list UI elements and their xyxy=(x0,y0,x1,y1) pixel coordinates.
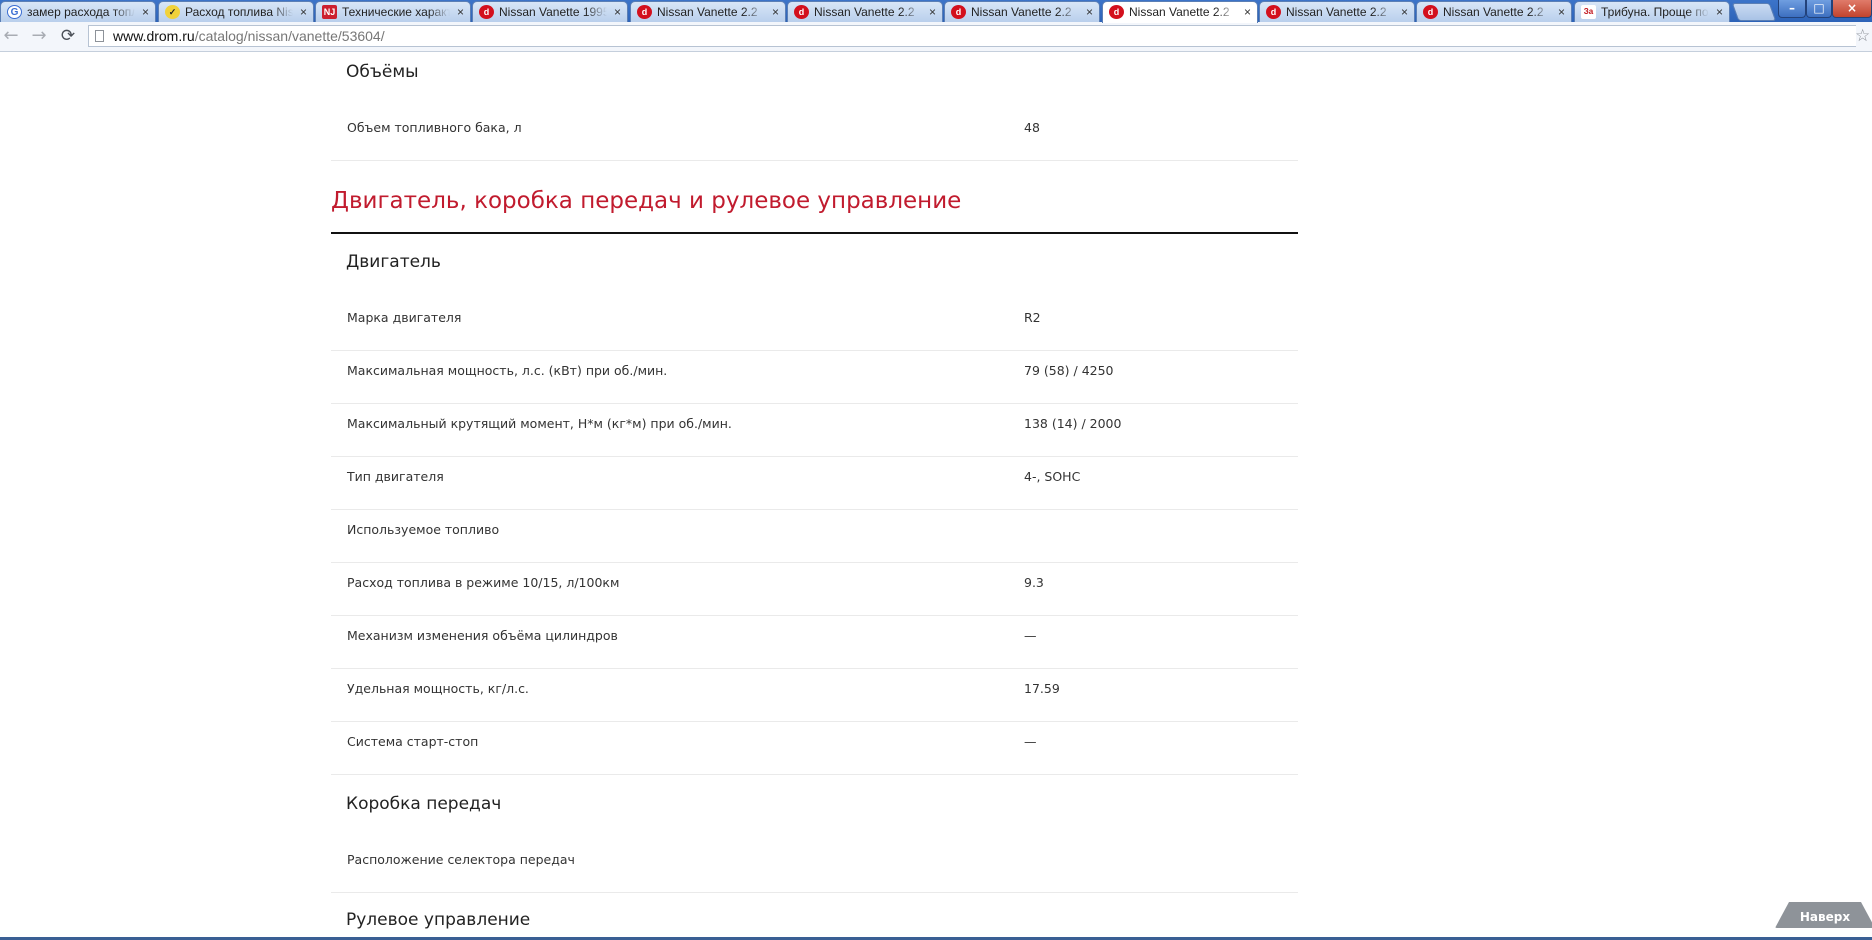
drom-icon: d xyxy=(1266,5,1281,19)
page-icon xyxy=(95,30,104,42)
page-content: Объёмы Объем топливного бака, л 48 Двига… xyxy=(0,52,1872,940)
browser-tab[interactable]: ✓ Расход топлива Nissan × xyxy=(158,1,314,22)
section-divider xyxy=(331,232,1298,234)
minimize-button[interactable]: – xyxy=(1778,0,1806,18)
spec-label: Расход топлива в режиме 10/15, л/100км xyxy=(347,575,620,590)
browser-tab[interactable]: NJ Технические характеристики × xyxy=(315,1,471,22)
browser-tab[interactable]: d Nissan Vanette 2.2 × xyxy=(1416,1,1572,22)
spec-label: Механизм изменения объёма цилиндров xyxy=(347,628,618,643)
browser-tab[interactable]: d Nissan Vanette 2.2 × xyxy=(944,1,1100,22)
close-icon[interactable]: × xyxy=(1244,4,1251,20)
spec-value: — xyxy=(1024,734,1037,749)
spec-row: Используемое топливо xyxy=(331,510,1298,563)
tab-title: Nissan Vanette 2.2 xyxy=(1129,5,1230,19)
tab-title: Технические характеристики xyxy=(342,5,450,19)
tab-title: Nissan Vanette 2.2 xyxy=(814,5,915,19)
nj-icon: NJ xyxy=(322,5,337,19)
tab-title: Nissan Vanette 2.2 xyxy=(971,5,1072,19)
close-icon[interactable]: × xyxy=(614,4,621,20)
browser-tab[interactable]: d Nissan Vanette 1995 × xyxy=(472,1,628,22)
url-path: /catalog/nissan/vanette/53604/ xyxy=(194,28,385,44)
spec-value: 48 xyxy=(1024,120,1040,135)
browser-tab[interactable]: d Nissan Vanette 2.2 × xyxy=(630,1,786,22)
browser-tab[interactable]: G замер расхода топлива × xyxy=(0,1,156,22)
za-icon: За xyxy=(1581,5,1596,19)
browser-tab[interactable]: d Nissan Vanette 2.2 × xyxy=(1259,1,1415,22)
tab-title: Nissan Vanette 2.2 xyxy=(1286,5,1387,19)
bookmark-star-icon[interactable]: ☆ xyxy=(1855,26,1870,46)
google-icon: G xyxy=(7,5,22,19)
tab-title: Nissan Vanette 1995 xyxy=(499,5,607,19)
group-title-volumes: Объёмы xyxy=(346,62,419,82)
spec-row: Механизм изменения объёма цилиндров — xyxy=(331,616,1298,669)
spec-value: 4-, SOHC xyxy=(1024,469,1081,484)
close-icon[interactable]: × xyxy=(300,4,307,20)
spec-label: Расположение селектора передач xyxy=(347,852,575,867)
new-tab-button[interactable] xyxy=(1731,3,1777,21)
maximize-button[interactable]: □ xyxy=(1806,0,1832,18)
reload-icon[interactable]: ⟳ xyxy=(57,26,79,48)
group-title-steering: Рулевое управление xyxy=(346,910,531,930)
drom-icon: d xyxy=(1109,5,1124,19)
forward-arrow-icon[interactable]: → xyxy=(28,26,50,48)
scroll-to-top-button[interactable]: Наверх xyxy=(1775,902,1872,928)
check-icon: ✓ xyxy=(165,5,180,19)
tab-title: Трибуна. Проще по xyxy=(1601,5,1709,19)
spec-row: Тип двигателя 4-, SOHC xyxy=(331,457,1298,510)
tab-strip: G замер расхода топлива × ✓ Расход топли… xyxy=(0,0,1872,23)
close-icon[interactable]: × xyxy=(772,4,779,20)
drom-icon: d xyxy=(951,5,966,19)
spec-label: Тип двигателя xyxy=(347,469,444,484)
url-host: www.drom.ru xyxy=(113,28,195,44)
close-icon[interactable]: × xyxy=(142,4,149,20)
spec-label: Максимальная мощность, л.с. (кВт) при об… xyxy=(347,363,668,378)
address-url: www.drom.ru/catalog/nissan/vanette/53604… xyxy=(113,28,385,44)
address-bar[interactable]: www.drom.ru/catalog/nissan/vanette/53604… xyxy=(88,25,1856,47)
spec-row: Система старт-стоп — xyxy=(331,722,1298,775)
spec-row: Объем топливного бака, л 48 xyxy=(331,108,1298,161)
spec-label: Марка двигателя xyxy=(347,310,462,325)
browser-toolbar: ← → ⟳ www.drom.ru/catalog/nissan/vanette… xyxy=(0,22,1872,52)
spec-value: — xyxy=(1024,628,1037,643)
spec-value: 9.3 xyxy=(1024,575,1044,590)
tab-title: Nissan Vanette 2.2 xyxy=(657,5,758,19)
tab-title: замер расхода топлива xyxy=(27,5,135,19)
browser-tab[interactable]: За Трибуна. Проще по × xyxy=(1574,1,1730,22)
close-icon[interactable]: × xyxy=(1558,4,1565,20)
close-icon[interactable]: × xyxy=(929,4,936,20)
spec-row: Расход топлива в режиме 10/15, л/100км 9… xyxy=(331,563,1298,616)
section-heading: Двигатель, коробка передач и рулевое упр… xyxy=(331,188,962,214)
spec-label: Объем топливного бака, л xyxy=(347,120,522,135)
close-icon[interactable]: × xyxy=(1716,4,1723,20)
drom-icon: d xyxy=(794,5,809,19)
drom-icon: d xyxy=(479,5,494,19)
group-title-gearbox: Коробка передач xyxy=(346,794,502,814)
browser-tab-active[interactable]: d Nissan Vanette 2.2 × xyxy=(1102,1,1258,23)
spec-label: Используемое топливо xyxy=(347,522,500,537)
close-icon[interactable]: × xyxy=(1086,4,1093,20)
spec-value: 79 (58) / 4250 xyxy=(1024,363,1114,378)
group-title-engine: Двигатель xyxy=(346,252,441,272)
drom-icon: d xyxy=(637,5,652,19)
back-arrow-icon[interactable]: ← xyxy=(0,26,22,48)
spec-label: Максимальный крутящий момент, Н*м (кг*м)… xyxy=(347,416,732,431)
spec-row: Максимальная мощность, л.с. (кВт) при об… xyxy=(331,351,1298,404)
browser-tab[interactable]: d Nissan Vanette 2.2 × xyxy=(787,1,943,22)
tab-title: Nissan Vanette 2.2 xyxy=(1443,5,1544,19)
tab-title: Расход топлива Nissan xyxy=(185,5,293,19)
spec-value: 17.59 xyxy=(1024,681,1060,696)
spec-row: Удельная мощность, кг/л.с. 17.59 xyxy=(331,669,1298,722)
spec-row: Максимальный крутящий момент, Н*м (кг*м)… xyxy=(331,404,1298,457)
spec-row: Марка двигателя R2 xyxy=(331,298,1298,351)
spec-row: Расположение селектора передач xyxy=(331,840,1298,893)
spec-value: R2 xyxy=(1024,310,1041,325)
spec-value: 138 (14) / 2000 xyxy=(1024,416,1122,431)
spec-label: Удельная мощность, кг/л.с. xyxy=(347,681,529,696)
window-close-button[interactable]: × xyxy=(1832,0,1872,18)
close-icon[interactable]: × xyxy=(457,4,464,20)
spec-label: Система старт-стоп xyxy=(347,734,479,749)
close-icon[interactable]: × xyxy=(1401,4,1408,20)
drom-icon: d xyxy=(1423,5,1438,19)
